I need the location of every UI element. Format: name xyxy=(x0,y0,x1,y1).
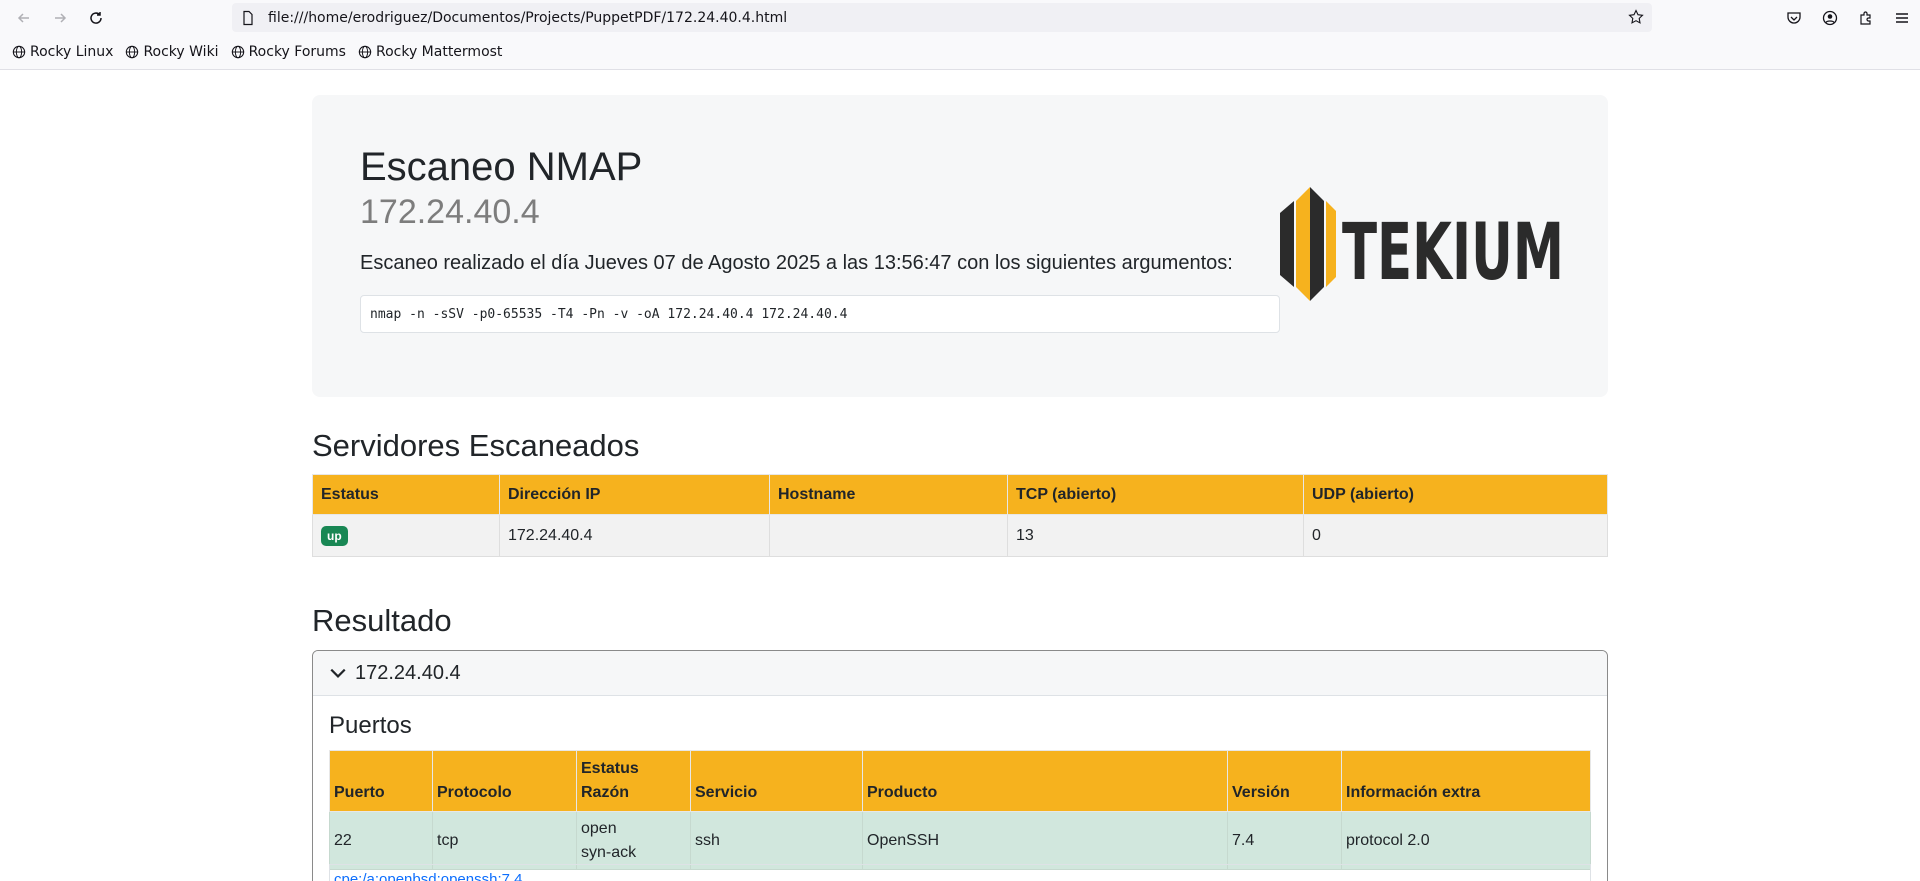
bookmark-label: Rocky Forums xyxy=(248,44,346,60)
udp-cell: 0 xyxy=(1303,514,1608,557)
bookmark-label: Rocky Linux xyxy=(30,44,114,60)
url-text: file:///home/erodriguez/Documentos/Proje… xyxy=(268,9,788,26)
hamburger-icon xyxy=(1896,12,1908,23)
scanned-ip: 172.24.40.4 xyxy=(360,193,540,231)
servers-section-title: Servidores Escaneados xyxy=(312,428,640,463)
reload-button[interactable] xyxy=(78,0,114,35)
bookmark-rocky-linux[interactable]: Rocky Linux xyxy=(12,44,113,60)
host-accordion: 172.24.40.4 Puertos Puerto Protocolo Est… xyxy=(312,650,1608,881)
col-reason-label: Razón xyxy=(581,784,629,801)
col-product: Producto xyxy=(862,750,1228,812)
col-protocol: Protocolo xyxy=(432,750,577,812)
status-badge: up xyxy=(321,525,348,546)
url-bar[interactable]: file:///home/erodriguez/Documentos/Proje… xyxy=(232,3,1652,32)
tcp-cell: 13 xyxy=(1007,514,1304,557)
reason-value: syn-ack xyxy=(581,843,637,861)
state-cell: open syn-ack xyxy=(576,811,691,870)
ip-cell: 172.24.40.4 xyxy=(499,514,770,557)
ports-table: Puerto Protocolo Estatus Razón Servicio P… xyxy=(329,750,1591,870)
page-icon xyxy=(240,10,256,26)
accordion-header[interactable]: 172.24.40.4 xyxy=(313,651,1607,696)
cpe-link[interactable]: cpe:/a:openbsd:openssh:7.4 xyxy=(334,871,522,881)
reload-icon xyxy=(90,11,102,24)
logo-text: TEKIUM xyxy=(1342,208,1564,298)
extensions-button[interactable] xyxy=(1848,0,1884,35)
results-section-title: Resultado xyxy=(312,603,452,638)
pocket-icon xyxy=(1787,11,1801,24)
arrow-right-icon xyxy=(55,12,67,23)
bookmark-rocky-mattermost[interactable]: Rocky Mattermost xyxy=(358,44,502,60)
bookmarks-bar: Rocky Linux Rocky Wiki Rocky Forums Rock… xyxy=(0,35,1920,70)
table-header-row: Estatus Dirección IP Hostname TCP (abier… xyxy=(312,474,1608,515)
globe-icon xyxy=(358,45,372,59)
back-button[interactable] xyxy=(6,0,42,35)
tekium-logo: TEKIUM xyxy=(1280,187,1564,301)
col-hostname: Hostname xyxy=(769,474,1008,515)
scan-description: Escaneo realizado el día Jueves 07 de Ag… xyxy=(360,252,1233,274)
globe-icon xyxy=(126,45,139,59)
service-cell: ssh xyxy=(690,811,863,870)
version-cell: 7.4 xyxy=(1227,811,1342,870)
state-value: open xyxy=(581,819,617,837)
port-cell: 22 xyxy=(329,811,433,870)
browser-toolbar: file:///home/erodriguez/Documentos/Proje… xyxy=(0,0,1920,35)
pocket-button[interactable] xyxy=(1776,0,1812,35)
arrow-left-icon xyxy=(17,12,29,23)
extra-cell: protocol 2.0 xyxy=(1341,811,1591,870)
product-cell: OpenSSH xyxy=(862,811,1228,870)
col-ip: Dirección IP xyxy=(499,474,770,515)
col-port: Puerto xyxy=(329,750,433,812)
account-icon xyxy=(1822,10,1838,25)
servers-table: Estatus Dirección IP Hostname TCP (abier… xyxy=(312,474,1608,557)
table-row: up 172.24.40.4 13 0 xyxy=(312,514,1608,557)
col-status: Estatus xyxy=(312,474,500,515)
scan-header: Escaneo NMAP 172.24.40.4 Escaneo realiza… xyxy=(312,95,1608,397)
chevron-down-icon xyxy=(330,668,346,678)
col-extra: Información extra xyxy=(1341,750,1591,812)
toolbar-right-icons xyxy=(1776,0,1920,35)
menu-button[interactable] xyxy=(1884,0,1920,35)
bookmark-label: Rocky Wiki xyxy=(143,44,219,60)
col-state: Estatus Razón xyxy=(576,750,691,812)
status-cell: up xyxy=(312,514,500,557)
accordion-host-label: 172.24.40.4 xyxy=(355,661,461,684)
bookmark-label: Rocky Mattermost xyxy=(375,44,503,60)
protocol-cell: tcp xyxy=(432,811,577,870)
puzzle-icon xyxy=(1860,10,1871,25)
page-title: Escaneo NMAP xyxy=(360,145,643,189)
table-row: 22 tcp open syn-ack ssh OpenSSH 7.4 proto… xyxy=(329,811,1591,870)
col-udp: UDP (abierto) xyxy=(1303,474,1608,515)
col-state-label: Estatus xyxy=(581,760,639,777)
cpe-row: cpe:/a:openbsd:openssh:7.4 xyxy=(329,864,1591,881)
globe-icon xyxy=(12,45,26,59)
table-header-row: Puerto Protocolo Estatus Razón Servicio P… xyxy=(329,750,1591,812)
bookmark-rocky-forums[interactable]: Rocky Forums xyxy=(231,44,346,60)
globe-icon xyxy=(231,45,244,59)
hostname-cell xyxy=(769,514,1008,557)
col-tcp: TCP (abierto) xyxy=(1007,474,1304,515)
ports-title: Puertos xyxy=(329,712,412,739)
bookmark-star-icon[interactable] xyxy=(1628,9,1644,25)
col-version: Versión xyxy=(1227,750,1342,812)
nmap-command: nmap -n -sSV -p0-65535 -T4 -Pn -v -oA 17… xyxy=(360,295,1280,333)
account-button[interactable] xyxy=(1812,0,1848,35)
forward-button[interactable] xyxy=(42,0,78,35)
col-service: Servicio xyxy=(690,750,863,812)
bookmark-rocky-wiki[interactable]: Rocky Wiki xyxy=(125,44,219,60)
